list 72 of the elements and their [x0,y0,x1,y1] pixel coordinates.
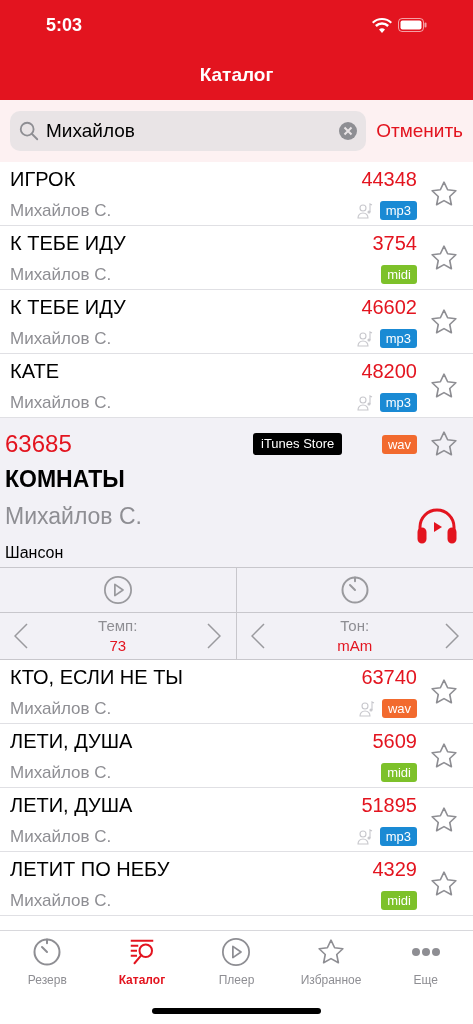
song-number: 51895 [361,792,417,818]
chevron-right-icon[interactable] [207,623,222,649]
stopwatch-icon[interactable] [32,937,63,967]
star-icon[interactable] [429,306,459,337]
song-title: ЛЕТИТ ПО НЕБУ [10,856,170,882]
setting-value: mAm [337,636,373,656]
star-icon[interactable] [429,676,459,707]
song-title: ИГРОК [10,166,76,192]
artist-name: Михайлов С. [10,825,112,848]
song-title: К ТЕБЕ ИДУ [10,294,126,320]
song-number: 46602 [361,294,417,320]
setting-label: Темп: [98,616,138,636]
search-icon [18,120,40,142]
search-input[interactable]: Михайлов [46,116,333,146]
star-icon[interactable] [429,242,459,273]
wifi-icon [372,17,392,33]
song-title: КТО, ЕСЛИ НЕ ТЫ [10,664,184,690]
chevron-left-icon[interactable] [14,623,28,649]
format-badge: mp3 [379,201,417,220]
format-badge: mp3 [379,393,417,412]
song-number: 5609 [372,728,417,754]
song-number: 4329 [372,856,417,882]
chevron-left-icon[interactable] [250,623,265,649]
format-badge: mp3 [379,827,417,846]
clear-icon[interactable] [338,121,359,141]
song-number: 3754 [372,230,417,256]
battery-icon [398,18,427,32]
artist-name: Михайлов С. [10,889,112,912]
song-number: 44348 [361,166,417,192]
song-title: КОМНАТЫ [5,465,126,494]
song-number: 63740 [361,664,417,690]
star-icon[interactable] [429,178,459,209]
artist-name: Михайлов С. [10,391,112,414]
play-icon[interactable] [221,937,252,967]
cancel-button[interactable]: Отменить [376,116,463,146]
play-icon[interactable] [102,575,133,605]
genre-label: Шансон [5,542,65,563]
artist-name: Михайлов С. [10,327,112,350]
status-time: 5:03 [46,13,83,37]
artist-name: Михайлов С. [10,263,112,286]
search-field[interactable]: Михайлов [10,111,367,151]
format-badge: mp3 [379,329,417,348]
format-badge: midi [381,763,417,782]
setting-value: 73 [109,636,127,656]
artist-name: Михайлов С. [10,761,112,784]
star-icon[interactable] [316,937,347,967]
chevron-right-icon[interactable] [445,623,459,649]
store-label[interactable]: iTunes Store [253,433,343,455]
headphones-play-icon[interactable] [417,506,457,545]
star-icon[interactable] [429,868,459,899]
song-title: ЛЕТИ, ДУША [10,792,133,818]
format-badge: wav [381,434,417,454]
artist-name: Михайлов С. [10,199,112,222]
song-number: 48200 [361,358,417,384]
star-icon[interactable] [429,370,459,401]
star-icon[interactable] [429,804,459,835]
format-badge: midi [381,891,417,910]
screen-title: Каталог [199,62,274,87]
star-icon[interactable] [429,740,459,771]
star-icon[interactable] [429,429,459,459]
artist-name: Михайлов С. [5,501,142,531]
setting-label: Тон: [340,616,370,636]
song-title: К ТЕБЕ ИДУ [10,230,126,256]
artist-name: Михайлов С. [10,697,112,720]
song-title: ЛЕТИ, ДУША [10,728,133,754]
format-badge: midi [381,265,417,284]
metronome-icon[interactable] [339,575,370,605]
format-badge: wav [381,699,417,718]
more-icon[interactable] [410,947,441,957]
tab-label[interactable]: Каталог [118,971,166,989]
song-number: 63685 [5,429,73,459]
song-title: КАТЕ [10,358,59,384]
